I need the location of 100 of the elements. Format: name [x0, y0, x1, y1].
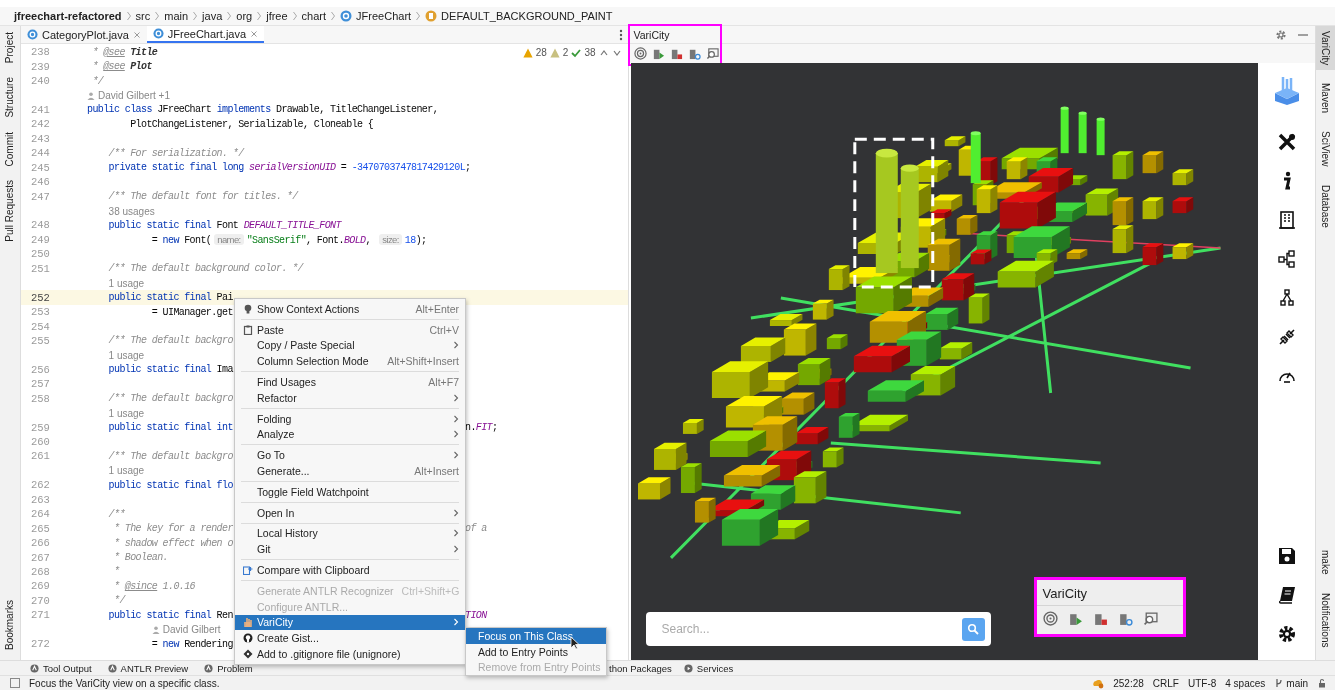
refresh-icon[interactable] — [1117, 611, 1133, 626]
line-number: 269 — [30, 580, 50, 593]
file-encoding[interactable]: UTF-8 — [1187, 677, 1217, 689]
tool-window-tab[interactable]: Pull Requests — [4, 180, 16, 242]
menu-item[interactable]: Show Context Actions Alt+Enter — [235, 301, 465, 317]
menu-item[interactable]: Add to .gitignore file (unignore) — [235, 646, 465, 662]
passed-count[interactable]: 38 — [584, 47, 596, 58]
menu-item[interactable]: Add to Entry Points — [466, 643, 606, 660]
indent-setting[interactable]: 4 spaces — [1225, 677, 1266, 689]
code-line: * @see Plot — [91, 61, 152, 73]
lock-icon[interactable] — [1317, 678, 1327, 688]
search-button[interactable] — [961, 617, 985, 641]
close-icon[interactable] — [132, 30, 141, 39]
menu-item[interactable]: Refactor — [235, 390, 465, 406]
tool-window-tab[interactable]: Services — [683, 662, 734, 674]
tool-window-tab[interactable]: Structure — [4, 77, 16, 118]
breadcrumb-item[interactable]: org — [236, 10, 253, 22]
menu-item[interactable]: Compare with Clipboard — [235, 562, 465, 578]
tool-window-tab[interactable]: Notifications — [1316, 587, 1335, 652]
breadcrumb-item[interactable]: jfree — [266, 10, 288, 22]
breadcrumb-item[interactable]: java — [202, 10, 223, 22]
tools-icon[interactable] — [1276, 132, 1297, 152]
menu-item[interactable]: VariCity — [235, 614, 465, 631]
menu-item[interactable]: Generate... Alt+Insert — [235, 463, 465, 479]
code-line: */ — [91, 75, 104, 87]
hierarchy-icon[interactable] — [1276, 249, 1297, 269]
menu-item[interactable]: Focus on This Class — [466, 628, 606, 644]
target-icon[interactable] — [633, 47, 647, 60]
usages-hint[interactable]: 38 usages — [108, 205, 155, 217]
tool-window-tab[interactable]: thon Packages — [609, 662, 672, 674]
run-icon[interactable] — [651, 47, 665, 60]
menu-item[interactable]: Paste Ctrl+V — [235, 321, 465, 338]
weak-warning-count[interactable]: 2 — [562, 47, 569, 58]
breadcrumb-item[interactable]: DEFAULT_BACKGROUND_PAINT — [441, 10, 613, 22]
tool-window-tab[interactable]: ANTLR Preview — [107, 662, 189, 674]
chevron-icon — [291, 11, 298, 21]
book-icon[interactable] — [1276, 585, 1297, 605]
more-icon[interactable] — [618, 29, 623, 41]
menu-item[interactable]: Go To — [235, 447, 465, 464]
github-icon — [243, 633, 253, 644]
stop-icon[interactable] — [669, 47, 683, 60]
tool-window-tab[interactable]: Bookmarks — [4, 600, 16, 650]
author-hint[interactable]: David Gilbert +1 — [98, 90, 170, 102]
search-window-icon[interactable] — [705, 47, 719, 60]
cloud-warning-icon[interactable] — [1092, 677, 1105, 689]
refresh-icon[interactable] — [687, 47, 701, 60]
breadcrumb-item[interactable]: jfreechart-refactored — [14, 10, 122, 22]
tool-window-tab[interactable]: Project — [4, 32, 16, 64]
menu-item[interactable]: Folding — [235, 410, 465, 427]
tool-window-tab[interactable]: Problem — [204, 662, 253, 674]
line-separator[interactable]: CRLF — [1152, 677, 1179, 689]
line-number: 258 — [30, 392, 50, 405]
author-hint[interactable]: David Gilbert — [162, 624, 221, 636]
line-number: 264 — [30, 508, 50, 521]
tool-window-tab[interactable]: VariCity — [1316, 26, 1335, 71]
tool-window-tab[interactable]: Tool Output — [30, 662, 92, 674]
usages-hint[interactable]: 1 usage — [108, 349, 145, 361]
menu-item[interactable]: Find Usages Alt+F7 — [235, 374, 465, 390]
menu-item[interactable]: Open In — [235, 504, 465, 521]
menu-item[interactable]: Copy / Paste Special — [235, 337, 465, 354]
save-icon[interactable] — [1276, 546, 1297, 566]
search-input[interactable]: Search... — [659, 621, 962, 637]
tool-window-tab[interactable]: Commit — [4, 131, 16, 167]
usages-hint[interactable]: 1 usage — [108, 407, 145, 419]
line-number: 253 — [30, 306, 50, 319]
usages-hint[interactable]: 1 usage — [108, 465, 145, 477]
run-icon[interactable] — [1067, 611, 1083, 626]
target-icon[interactable] — [1042, 611, 1058, 626]
breadcrumb-item[interactable]: main — [164, 10, 189, 22]
menu-item[interactable]: Create Gist... — [235, 630, 465, 647]
tool-window-tab[interactable]: SciView — [1316, 126, 1335, 172]
tool-window-tab[interactable]: make — [1316, 545, 1335, 580]
menu-item[interactable]: Toggle Field Watchpoint — [235, 483, 465, 500]
editor-tab[interactable]: JFreeChart.java — [146, 26, 265, 43]
menu-item[interactable]: Analyze — [235, 426, 465, 443]
close-icon[interactable] — [250, 29, 259, 38]
code-line: PlotChangeListener, Serializable, Cloneable { — [129, 118, 374, 130]
search-window-icon[interactable] — [1142, 611, 1158, 626]
search-field[interactable]: Search... — [645, 612, 991, 646]
menu-item[interactable]: Column Selection Mode Alt+Shift+Insert — [235, 353, 465, 370]
settings-icon[interactable] — [1276, 624, 1297, 644]
stop-icon[interactable] — [1092, 611, 1108, 626]
warning-count[interactable]: 28 — [535, 47, 547, 58]
menu-item[interactable]: Git — [235, 541, 465, 558]
menu-item[interactable]: Local History — [235, 525, 465, 542]
class-icon — [152, 28, 164, 39]
breadcrumb-item[interactable]: chart — [301, 10, 327, 22]
checkbox-icon[interactable] — [10, 678, 20, 688]
breadcrumb-item[interactable]: JFreeChart — [356, 10, 412, 22]
city-logo-icon[interactable] — [1272, 75, 1301, 105]
caret-position[interactable]: 252:28 — [1113, 677, 1144, 689]
tool-window-tab[interactable]: Maven — [1316, 78, 1335, 119]
tool-window-tab[interactable]: Database — [1316, 179, 1335, 233]
breadcrumb-item[interactable]: src — [135, 10, 151, 22]
usages-hint[interactable]: 1 usage — [108, 277, 145, 289]
editor-tab[interactable]: CategoryPlot.java — [21, 26, 147, 43]
play-circle-icon — [683, 663, 693, 673]
line-number: 268 — [30, 565, 50, 578]
git-branch[interactable]: main — [1286, 677, 1308, 689]
building-icon[interactable] — [1276, 210, 1297, 230]
